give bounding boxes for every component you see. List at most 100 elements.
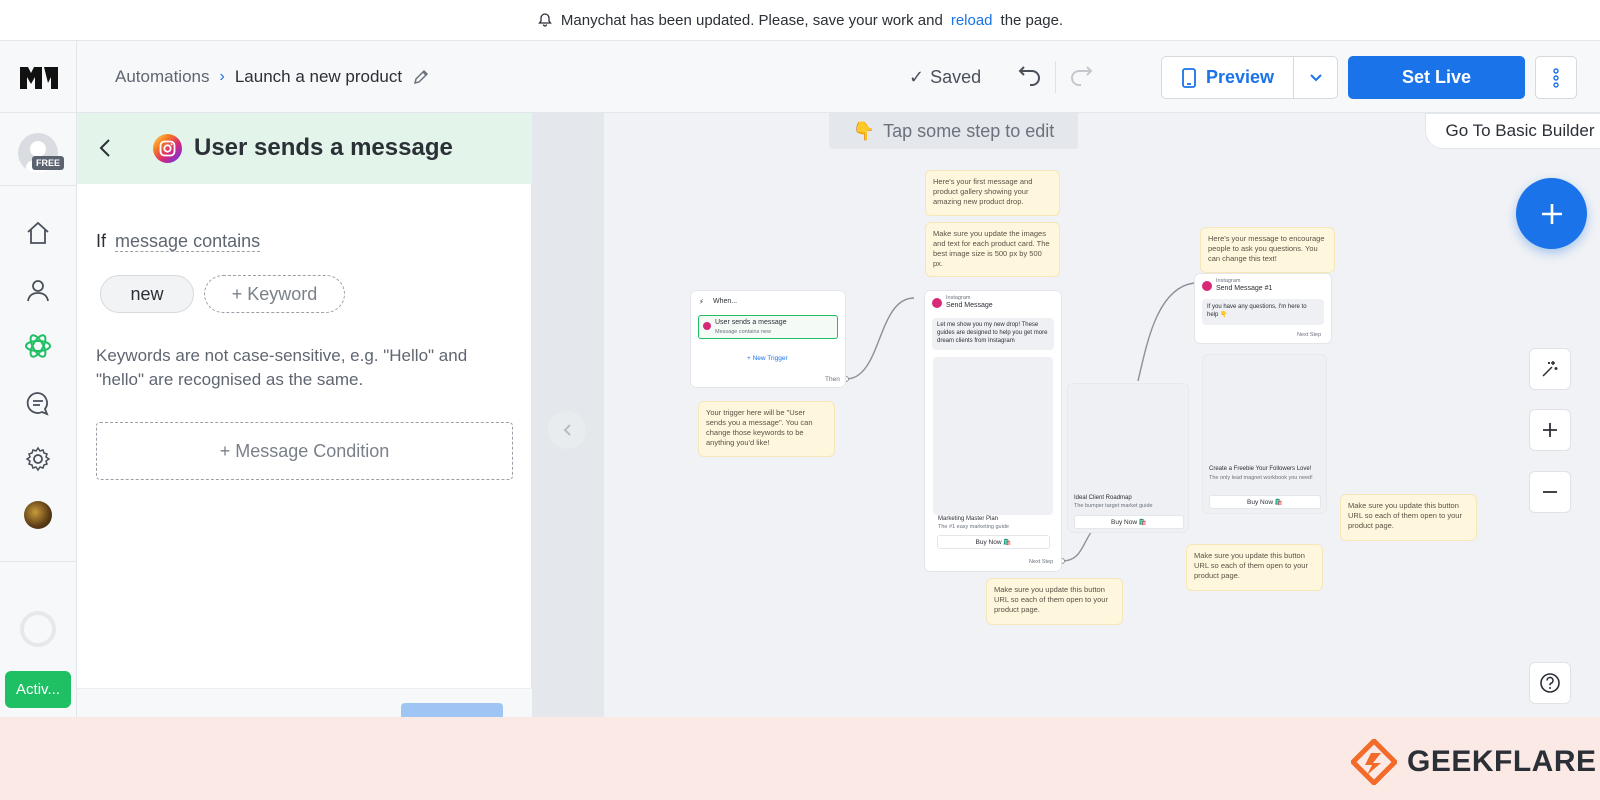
gallery-card-subtitle: The bumper target market guide: [1074, 503, 1153, 509]
preview-button[interactable]: Preview: [1162, 57, 1294, 98]
sticky-note[interactable]: Make sure you update this button URL so …: [1340, 494, 1477, 541]
sticky-note[interactable]: Make sure you update this button URL so …: [1186, 544, 1323, 591]
account-avatar[interactable]: [24, 501, 52, 529]
nav-divider: [0, 185, 77, 186]
status-badge[interactable]: Activ...: [5, 671, 71, 708]
lightning-icon: ⚡: [699, 299, 704, 306]
condition-prefix: If: [96, 231, 107, 251]
node-title: Send Message #1: [1216, 285, 1273, 292]
condition-row: If message contains: [96, 231, 261, 252]
home-icon[interactable]: [24, 219, 52, 247]
buy-now-button[interactable]: Buy Now 🛍️: [1209, 495, 1321, 509]
chat-icon[interactable]: [24, 389, 52, 417]
nav-divider: [0, 112, 77, 113]
node-message-text: If you have any questions, I'm here to h…: [1202, 299, 1324, 325]
gallery-card-title: Create a Freebie Your Followers Love!: [1209, 466, 1312, 472]
then-label: Then: [825, 376, 840, 383]
chevron-right-icon: ›: [219, 68, 225, 85]
buy-now-button[interactable]: Buy Now 🛍️: [937, 535, 1050, 549]
flow-connectors: [843, 282, 1195, 564]
gallery-card[interactable]: Ideal Client Roadmap The bumper target m…: [1067, 383, 1189, 533]
instagram-icon: [703, 322, 711, 330]
trigger-item-sub: Message contains new: [715, 329, 771, 335]
settings-gear-icon[interactable]: [24, 445, 52, 473]
next-step-label: Next Step: [1029, 559, 1054, 565]
contacts-icon[interactable]: [24, 276, 52, 304]
sticky-note[interactable]: Make sure you update the images and text…: [925, 222, 1060, 277]
keyword-hint: Keywords are not case-sensitive, e.g. "H…: [96, 346, 468, 389]
kebab-menu-icon: [1553, 67, 1559, 88]
loading-spinner: [20, 611, 56, 647]
left-nav: FREE Activ...: [0, 41, 77, 717]
reload-link[interactable]: reload: [951, 12, 993, 29]
header-bar: Automations › Launch a new product ✓ Sav…: [77, 41, 1600, 113]
automation-icon[interactable]: [24, 332, 52, 360]
redo-icon[interactable]: [1067, 63, 1095, 91]
saved-label: Saved: [930, 67, 982, 87]
panel-footer: [77, 688, 532, 718]
preview-button-group: Preview: [1161, 56, 1338, 99]
send-message-node[interactable]: Instagram Send Message #1 If you have an…: [1194, 273, 1332, 344]
gallery-card-subtitle: The #1 easy marketing guide: [938, 524, 1009, 530]
gallery-card-title: Ideal Client Roadmap: [1074, 495, 1132, 501]
check-icon: ✓: [909, 67, 925, 87]
preview-label: Preview: [1206, 67, 1275, 87]
flow-canvas[interactable]: 👇 Tap some step to edit Go To Basic Buil…: [532, 113, 1600, 717]
panel-footer-button[interactable]: [401, 703, 503, 718]
plan-badge: FREE: [32, 156, 65, 170]
node-channel: Instagram: [1216, 278, 1241, 284]
banner-text: Manychat has been updated. Please, save …: [560, 11, 943, 29]
node-message-text: Let me show you my new drop! These guide…: [932, 318, 1054, 350]
gallery-card-image: [933, 357, 1053, 515]
sticky-note[interactable]: Here's your message to encourage people …: [1200, 227, 1335, 273]
more-options-button[interactable]: [1535, 56, 1577, 99]
banner-text-end: the page.: [1000, 11, 1064, 29]
bell-icon: [538, 13, 552, 27]
instagram-icon: [1202, 281, 1212, 291]
buy-now-button[interactable]: Buy Now 🛍️: [1074, 515, 1184, 529]
gallery-card-title: Marketing Master Plan: [938, 516, 999, 522]
chevron-down-icon: [1309, 73, 1322, 81]
brand-strip: GEEKFLARE: [0, 717, 1600, 800]
trigger-panel: User sends a message If message contains…: [77, 113, 532, 718]
trigger-item-title: User sends a message: [715, 319, 787, 326]
set-live-button[interactable]: Set Live: [1348, 56, 1525, 99]
new-trigger-link[interactable]: + New Trigger: [747, 355, 788, 362]
breadcrumb-current: Launch a new product: [234, 67, 403, 86]
node-channel: Instagram: [946, 295, 971, 301]
add-message-condition-button[interactable]: + Message Condition: [96, 422, 513, 480]
instagram-icon: [153, 134, 182, 163]
nav-divider: [0, 561, 77, 562]
header-divider: [1055, 61, 1056, 93]
trigger-node[interactable]: ⚡ When... User sends a message Message c…: [690, 290, 846, 388]
instagram-icon: [932, 298, 942, 308]
saved-status: ✓ Saved: [909, 67, 981, 88]
manychat-logo[interactable]: [18, 61, 60, 93]
back-arrow-icon[interactable]: [95, 137, 117, 159]
add-keyword-button[interactable]: + Keyword: [204, 275, 345, 313]
brand-name: GEEKFLARE: [1407, 745, 1597, 778]
update-banner: Manychat has been updated. Please, save …: [0, 0, 1600, 41]
undo-icon[interactable]: [1016, 63, 1044, 91]
breadcrumb-automations[interactable]: Automations: [115, 67, 210, 87]
trigger-item[interactable]: User sends a message Message contains ne…: [698, 315, 838, 339]
edit-pencil-icon[interactable]: [412, 68, 430, 86]
panel-header: User sends a message: [77, 113, 532, 184]
node-title: Send Message: [946, 302, 993, 309]
sticky-note[interactable]: Here's your first message and product ga…: [925, 170, 1060, 216]
send-message-node[interactable]: Instagram Send Message Let me show you m…: [924, 290, 1062, 572]
condition-selector[interactable]: message contains: [115, 231, 261, 252]
next-step-label: Next Step: [1297, 332, 1322, 338]
sticky-note[interactable]: Your trigger here will be "User sends yo…: [698, 401, 835, 457]
gallery-card[interactable]: Create a Freebie Your Followers Love! Th…: [1202, 354, 1327, 514]
phone-icon: [1182, 67, 1196, 88]
sticky-note[interactable]: Make sure you update this button URL so …: [986, 578, 1123, 625]
trigger-when: When...: [713, 298, 738, 305]
geekflare-logo-icon: [1351, 739, 1397, 785]
panel-title: User sends a message: [194, 134, 453, 161]
breadcrumb: Automations › Launch a new product: [115, 67, 430, 87]
preview-dropdown[interactable]: [1294, 73, 1337, 83]
keyword-chip[interactable]: new: [100, 275, 194, 313]
geekflare-logo: GEEKFLARE: [1351, 739, 1597, 785]
app-frame: FREE Activ... Automations › Launch a new…: [0, 41, 1600, 718]
